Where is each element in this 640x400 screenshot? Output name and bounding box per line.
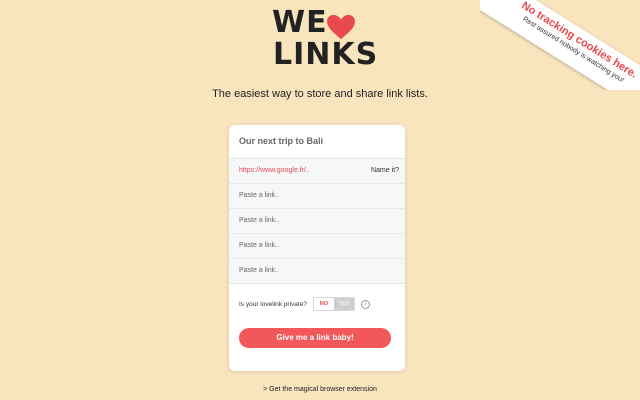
logo: WE LINKS <box>270 5 377 70</box>
ribbon-subtext: Rest assured nobody is watching you! <box>521 15 625 85</box>
name-link-button[interactable]: Name it? <box>371 159 399 183</box>
toggle-no-option[interactable]: NO <box>313 298 334 310</box>
link-input[interactable]: Paste a link.. <box>229 184 405 209</box>
link-input[interactable]: Paste a link.. <box>229 234 405 259</box>
link-input-filled[interactable]: https://www.google.fr/.. Name it? <box>229 159 405 184</box>
logo-links-text: LINKS <box>273 37 379 72</box>
link-placeholder[interactable]: Paste a link.. <box>239 259 279 283</box>
private-setting: Is your lovelink private? NO YES i <box>239 297 370 311</box>
link-placeholder[interactable]: Paste a link.. <box>239 209 279 233</box>
link-url-value[interactable]: https://www.google.fr/.. <box>239 159 310 183</box>
link-input[interactable]: Paste a link.. <box>229 209 405 234</box>
lovelink-card: Our next trip to Bali https://www.google… <box>229 125 405 371</box>
logo-we-text: WE <box>272 5 328 40</box>
link-placeholder[interactable]: Paste a link.. <box>239 184 279 208</box>
links-list: https://www.google.fr/.. Name it? Paste … <box>229 159 405 284</box>
toggle-yes-option[interactable]: YES <box>333 298 354 310</box>
link-input[interactable]: Paste a link.. <box>229 259 405 283</box>
browser-extension-link[interactable]: > Get the magical browser extension <box>0 386 640 393</box>
link-placeholder[interactable]: Paste a link.. <box>239 234 279 258</box>
private-label: Is your lovelink private? <box>239 300 307 308</box>
create-link-button[interactable]: Give me a link baby! <box>239 328 391 348</box>
ribbon-banner: No tracking cookies here. Rest assured n… <box>480 0 640 90</box>
info-icon[interactable]: i <box>360 299 370 309</box>
no-tracking-ribbon: No tracking cookies here. Rest assured n… <box>480 0 640 90</box>
private-toggle[interactable]: NO YES <box>312 297 355 311</box>
list-title-input[interactable]: Our next trip to Bali <box>229 125 405 159</box>
